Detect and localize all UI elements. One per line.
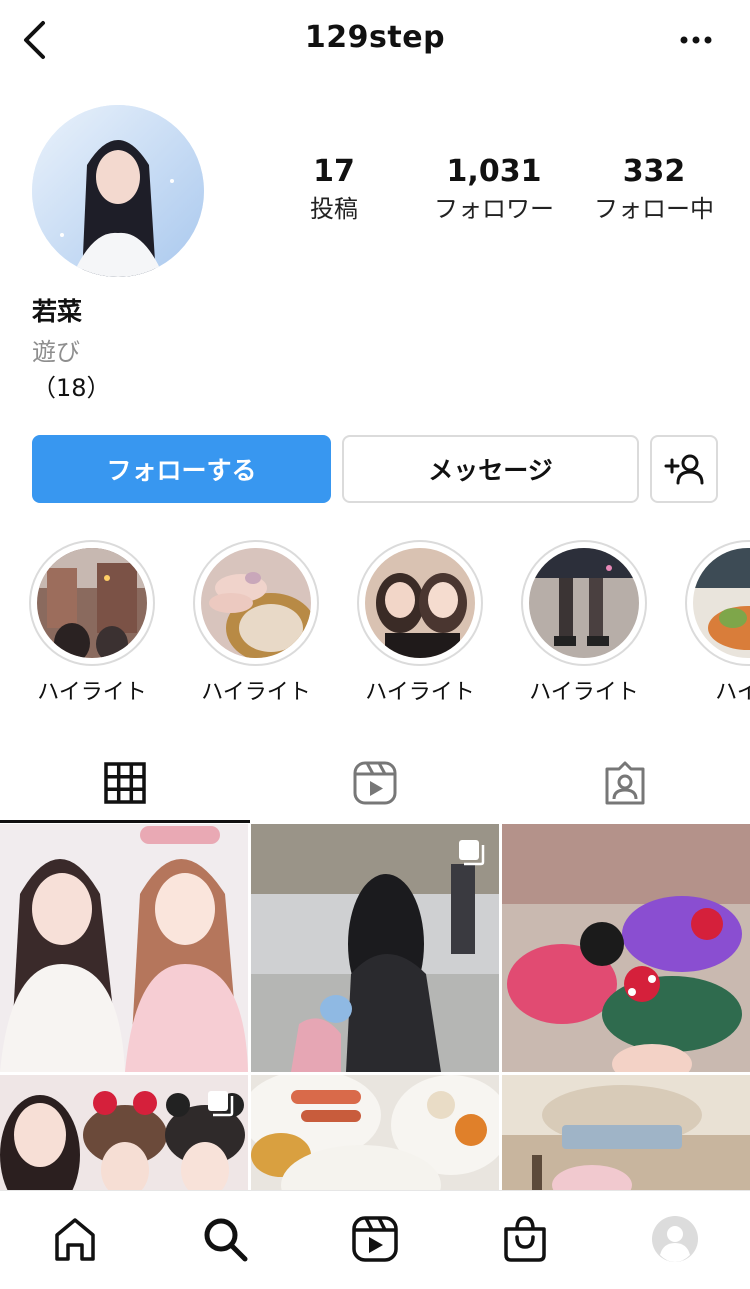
nav-shop[interactable] xyxy=(495,1209,555,1269)
highlight-item[interactable]: ハイライト xyxy=(520,540,648,706)
add-user-icon xyxy=(664,454,704,485)
message-button[interactable]: メッセージ xyxy=(342,435,639,503)
grid-icon xyxy=(104,762,146,804)
highlight-cover xyxy=(365,548,475,658)
highlight-label: ハイライト xyxy=(529,680,639,705)
active-tab-indicator xyxy=(0,820,250,823)
tab-reels[interactable] xyxy=(250,742,500,824)
story-highlights: ハイライト ハイライト ハイライト ハイライト ハイ xyxy=(0,540,750,710)
nav-home[interactable] xyxy=(45,1209,105,1269)
more-horizontal-icon xyxy=(680,36,712,44)
profile-name: 若菜 xyxy=(32,297,83,326)
highlight-label: ハイライト xyxy=(201,680,311,705)
follow-button[interactable]: フォローする xyxy=(32,435,331,503)
highlight-label: ハイライト xyxy=(37,680,147,705)
highlight-item[interactable]: ハイライト xyxy=(192,540,320,706)
nav-profile[interactable] xyxy=(645,1209,705,1269)
search-icon xyxy=(204,1218,248,1262)
stat-posts[interactable]: 17 投稿 xyxy=(284,152,384,226)
post-thumbnail[interactable] xyxy=(0,1075,248,1190)
multiple-posts-icon xyxy=(208,1091,234,1117)
profile-category: 遊び xyxy=(32,338,80,366)
posts-label: 投稿 xyxy=(310,195,358,223)
highlight-cover xyxy=(201,548,316,663)
tagged-icon xyxy=(605,761,645,805)
bottom-navigation xyxy=(0,1190,750,1289)
highlight-label: ハイライト xyxy=(365,680,475,705)
profile-stats: 17 投稿 1,031 フォロワー 332 フォロー中 xyxy=(0,152,750,232)
post-thumbnail[interactable] xyxy=(0,824,248,1072)
multiple-posts-icon xyxy=(459,840,485,866)
tab-tagged[interactable] xyxy=(500,742,750,824)
following-label: フォロー中 xyxy=(594,195,714,223)
highlight-cover xyxy=(529,548,639,658)
nav-reels[interactable] xyxy=(345,1209,405,1269)
post-thumbnail[interactable] xyxy=(251,1075,499,1190)
home-icon xyxy=(55,1218,95,1261)
profile-tabs xyxy=(0,742,750,824)
profile-username: 129step xyxy=(304,20,446,55)
highlight-label: ハイラ xyxy=(715,680,750,705)
shop-bag-icon xyxy=(504,1216,546,1262)
post-thumbnail[interactable] xyxy=(502,1075,750,1190)
reels-icon xyxy=(352,1216,398,1262)
stat-following[interactable]: 332 フォロー中 xyxy=(584,152,724,226)
highlight-item[interactable]: ハイライト xyxy=(356,540,484,706)
top-bar: 129step xyxy=(0,0,750,80)
post-thumbnail[interactable] xyxy=(502,824,750,1072)
posts-grid xyxy=(0,824,750,1190)
highlight-cover xyxy=(693,548,750,658)
followers-count: 1,031 xyxy=(446,154,542,189)
suggested-users-button[interactable] xyxy=(650,435,718,503)
post-thumbnail[interactable] xyxy=(251,824,499,1072)
highlight-item[interactable]: ハイライト xyxy=(28,540,156,706)
followers-label: フォロワー xyxy=(434,195,554,223)
stat-followers[interactable]: 1,031 フォロワー xyxy=(424,152,564,226)
nav-search[interactable] xyxy=(195,1209,255,1269)
reels-icon xyxy=(353,761,397,805)
highlight-item[interactable]: ハイラ xyxy=(684,540,750,706)
posts-count: 17 xyxy=(313,154,355,189)
profile-avatar-icon xyxy=(652,1216,698,1262)
tab-posts-grid[interactable] xyxy=(0,742,250,824)
profile-bio: （18） xyxy=(32,374,111,402)
more-options-button[interactable] xyxy=(676,26,716,54)
highlight-cover xyxy=(37,548,147,663)
following-count: 332 xyxy=(622,154,686,189)
